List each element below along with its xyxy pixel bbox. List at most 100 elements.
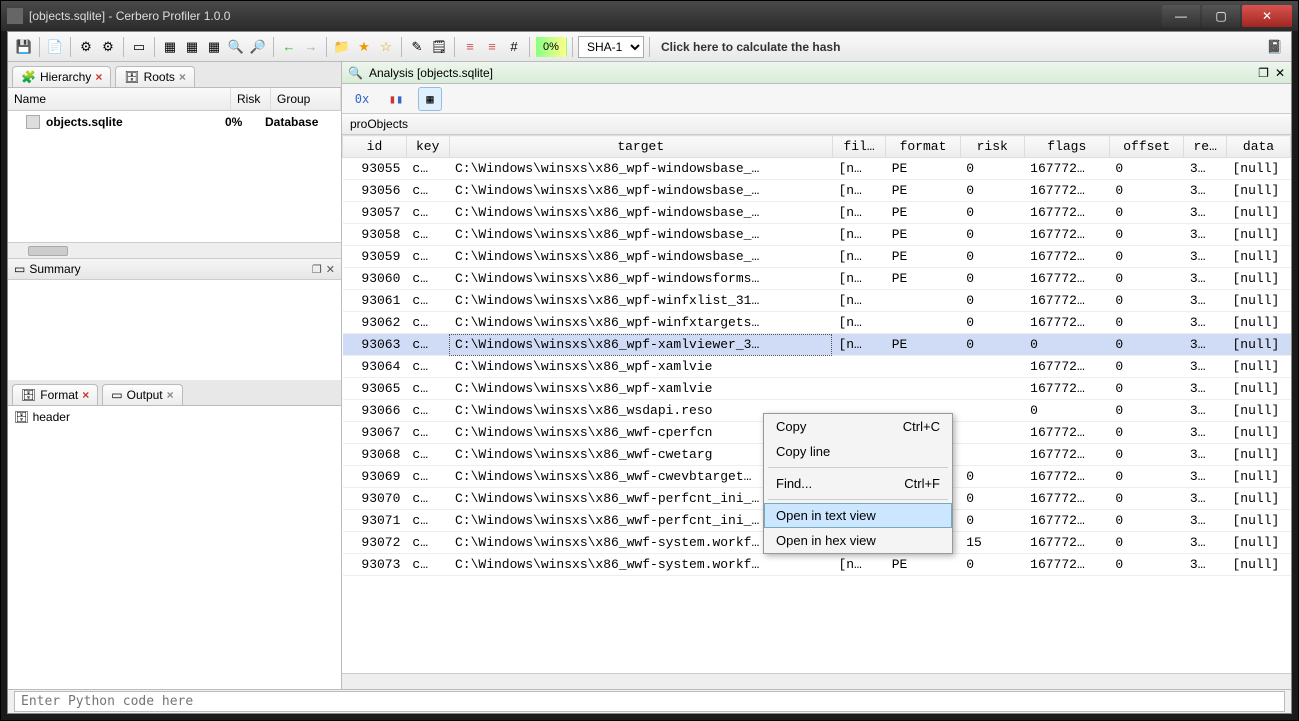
undock-icon[interactable]: ❐ (312, 263, 322, 276)
db-icon: 🗄 (14, 410, 29, 424)
back-button[interactable]: ← (279, 37, 299, 57)
close-icon[interactable]: × (179, 70, 186, 84)
col-re[interactable]: re… (1184, 136, 1227, 158)
col-risk[interactable]: Risk (231, 88, 271, 110)
close-icon[interactable]: × (82, 388, 89, 402)
undock-icon[interactable]: ❐ (1258, 66, 1269, 80)
table-row[interactable]: 93073c…C:\Windows\winsxs\x86_wwf-system.… (343, 554, 1291, 576)
view-hex-button[interactable]: 0x (350, 87, 374, 111)
summary-title: Summary (29, 262, 80, 276)
tab-format[interactable]: 🗄 Format × (12, 384, 98, 405)
analysis-title: Analysis [objects.sqlite] (369, 66, 493, 80)
col-flags[interactable]: flags (1024, 136, 1109, 158)
hscrollbar[interactable] (8, 242, 341, 258)
new-button[interactable]: 📄 (45, 37, 65, 57)
window-icon[interactable]: ▭ (129, 37, 149, 57)
view-table-button[interactable]: ▦ (418, 87, 442, 111)
table-row[interactable]: 93055c…C:\Windows\winsxs\x86_wpf-windows… (343, 158, 1291, 180)
close-icon[interactable]: ✕ (326, 263, 335, 276)
col-key[interactable]: key (406, 136, 449, 158)
table-row[interactable]: 93057c…C:\Windows\winsxs\x86_wpf-windows… (343, 202, 1291, 224)
col-id[interactable]: id (343, 136, 407, 158)
summary-header: ▭ Summary ❐ ✕ (8, 258, 341, 280)
context-menu: Copy Ctrl+C Copy line Find... Ctrl+F Ope… (763, 413, 953, 554)
col-format[interactable]: format (886, 136, 961, 158)
table-row[interactable]: 93061c…C:\Windows\winsxs\x86_wpf-winfxli… (343, 290, 1291, 312)
close-icon[interactable]: × (95, 70, 102, 84)
output-icon: ▭ (111, 388, 122, 402)
save-dropdown-button[interactable]: 💾 (14, 37, 34, 57)
minimize-button[interactable]: — (1162, 5, 1200, 27)
col-data[interactable]: data (1227, 136, 1291, 158)
action2-button[interactable]: ▦ (182, 37, 202, 57)
col-risk[interactable]: risk (960, 136, 1024, 158)
col-name[interactable]: Name (8, 88, 231, 110)
format-item-header[interactable]: 🗄 header (14, 410, 335, 424)
table-row[interactable]: 93059c…C:\Windows\winsxs\x86_wpf-windows… (343, 246, 1291, 268)
close-icon[interactable]: × (167, 388, 174, 402)
python-input[interactable] (14, 691, 1285, 712)
tree-header: Name Risk Group (8, 88, 341, 111)
table-row[interactable]: 93060c…C:\Windows\winsxs\x86_wpf-windows… (343, 268, 1291, 290)
col-target[interactable]: target (449, 136, 832, 158)
table-row[interactable]: 93064c…C:\Windows\winsxs\x86_wpf-xamlvie… (343, 356, 1291, 378)
notebook-icon[interactable]: 📓 (1265, 37, 1285, 57)
table-row[interactable]: 93065c…C:\Windows\winsxs\x86_wpf-xamlvie… (343, 378, 1291, 400)
col-fil[interactable]: fil… (832, 136, 885, 158)
separator (768, 499, 948, 500)
ctx-find[interactable]: Find... Ctrl+F (764, 471, 952, 496)
analysis-header: 🔍 Analysis [objects.sqlite] ❐ ✕ (342, 62, 1291, 84)
table-row[interactable]: 93056c…C:\Windows\winsxs\x86_wpf-windows… (343, 180, 1291, 202)
note-button[interactable]: 🗒 (429, 37, 449, 57)
app-icon (7, 8, 23, 24)
tree-item-risk: 0% (225, 115, 265, 129)
search-next-icon[interactable]: 🔎 (248, 37, 268, 57)
data-grid[interactable]: idkeytargetfil…formatriskflagsoffsetre…d… (342, 135, 1291, 673)
ctx-open-text[interactable]: Open in text view (764, 503, 952, 528)
close-icon[interactable]: ✕ (1275, 66, 1285, 80)
tab-roots[interactable]: 🗄 Roots × (115, 66, 195, 87)
action1-button[interactable]: ▦ (160, 37, 180, 57)
ctx-copy[interactable]: Copy Ctrl+C (764, 414, 952, 439)
tab-hierarchy-label: Hierarchy (40, 70, 91, 84)
close-button[interactable]: ✕ (1242, 5, 1292, 27)
folder-button[interactable]: 📁 (332, 37, 352, 57)
titlebar[interactable]: [objects.sqlite] - Cerbero Profiler 1.0.… (1, 1, 1298, 31)
ctx-copy-line[interactable]: Copy line (764, 439, 952, 464)
col-group[interactable]: Group (271, 88, 341, 110)
view-toolbar: 0x ▮▮ ▦ (342, 84, 1291, 114)
star-icon[interactable]: ★ (354, 37, 374, 57)
statusbar (8, 689, 1291, 713)
list2-button[interactable]: ≡ (482, 37, 502, 57)
tab-hierarchy[interactable]: 🧩 Hierarchy × (12, 66, 111, 87)
forward-button[interactable]: → (301, 37, 321, 57)
tree-row-objects[interactable]: objects.sqlite 0% Database (8, 111, 341, 133)
grid-hscrollbar[interactable] (342, 673, 1291, 689)
main-toolbar: 💾 📄 ⚙ ⚙ ▭ ▦ ▦ ▦ 🔍 🔎 ← → 📁 ★ ☆ ✎ 🗒 ≡ (8, 32, 1291, 62)
view-chart-button[interactable]: ▮▮ (384, 87, 408, 111)
summary-panel (8, 280, 341, 380)
roots-icon: 🗄 (124, 70, 139, 84)
hash-algo-select[interactable]: SHA-1 (578, 36, 644, 58)
search-icon[interactable]: 🔍 (226, 37, 246, 57)
list1-button[interactable]: ≡ (460, 37, 480, 57)
edit-button[interactable]: ✎ (407, 37, 427, 57)
table-row[interactable]: 93058c…C:\Windows\winsxs\x86_wpf-windows… (343, 224, 1291, 246)
table-row[interactable]: 93063c…C:\Windows\winsxs\x86_wpf-xamlvie… (343, 334, 1291, 356)
col-offset[interactable]: offset (1109, 136, 1184, 158)
gear2-icon[interactable]: ⚙ (98, 37, 118, 57)
maximize-button[interactable]: ▢ (1202, 5, 1240, 27)
tab-format-label: Format (40, 388, 78, 402)
gear-icon[interactable]: ⚙ (76, 37, 96, 57)
ctx-open-hex[interactable]: Open in hex view (764, 528, 952, 553)
tab-roots-label: Roots (144, 70, 175, 84)
left-top-tabs: 🧩 Hierarchy × 🗄 Roots × (8, 62, 341, 88)
star-add-icon[interactable]: ☆ (376, 37, 396, 57)
hash-button[interactable]: # (504, 37, 524, 57)
hash-hint[interactable]: Click here to calculate the hash (661, 40, 840, 54)
window-title: [objects.sqlite] - Cerbero Profiler 1.0.… (29, 9, 1162, 23)
tab-output[interactable]: ▭ Output × (102, 384, 182, 405)
left-bottom-tabs: 🗄 Format × ▭ Output × (8, 380, 341, 406)
table-row[interactable]: 93062c…C:\Windows\winsxs\x86_wpf-winfxta… (343, 312, 1291, 334)
action3-button[interactable]: ▦ (204, 37, 224, 57)
